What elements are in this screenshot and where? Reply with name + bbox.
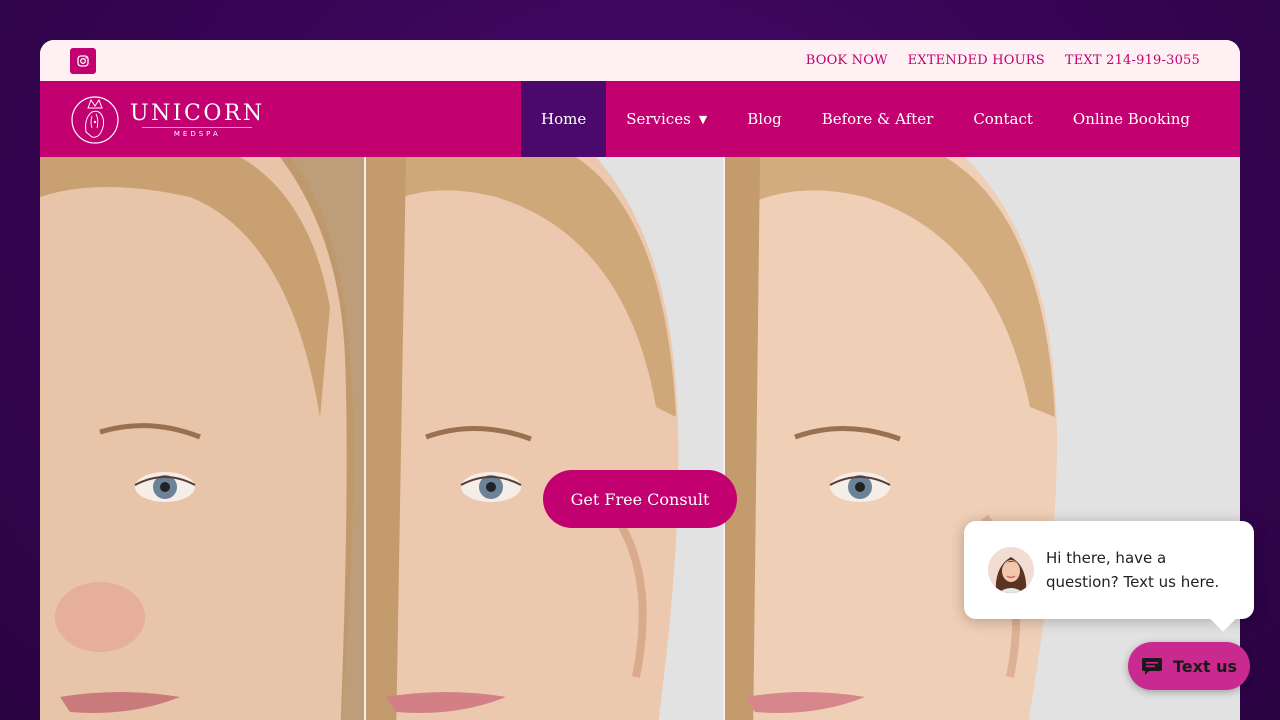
chat-popup[interactable]: Hi there, have a question? Text us here. (964, 521, 1254, 619)
chevron-down-icon: ▼ (698, 112, 708, 126)
nav-label: Services (626, 110, 691, 128)
logo-name: UNICORN (130, 100, 265, 126)
nav-item-blog[interactable]: Blog (727, 81, 801, 157)
nav-item-contact[interactable]: Contact (953, 81, 1053, 157)
nav-label: Home (540, 110, 587, 128)
top-bar: BOOK NOW EXTENDED HOURS TEXT 214-919-305… (40, 40, 1240, 81)
text-us-label: Text us (1172, 656, 1238, 676)
nav-label: Blog (747, 110, 782, 128)
face-panel-after (725, 157, 1240, 720)
book-now-link[interactable]: BOOK NOW (806, 53, 888, 68)
chat-icon (1141, 658, 1162, 675)
nav-label: Before & After (821, 110, 934, 128)
chat-message: Hi there, have a question? Text us here. (1046, 549, 1220, 591)
hero-image: Get Free Consult (40, 157, 1240, 720)
unicorn-logo-icon (71, 96, 119, 144)
face-panel-before (40, 157, 365, 720)
main-nav: UNICORN MEDSPA Home Services ▼ Blog Befor… (40, 81, 1240, 157)
nav-label: Contact (973, 110, 1033, 128)
nav-label: Online Booking (1072, 110, 1190, 128)
nav-item-online-booking[interactable]: Online Booking (1053, 81, 1210, 157)
instagram-icon[interactable] (70, 47, 96, 74)
text-phone-link[interactable]: TEXT 214-919-3055 (1065, 53, 1200, 68)
logo-subtitle: MEDSPA (142, 126, 253, 138)
get-free-consult-button[interactable]: Get Free Consult (543, 470, 737, 528)
top-links: BOOK NOW EXTENDED HOURS TEXT 214-919-305… (806, 53, 1200, 68)
nav-menu: Home Services ▼ Blog Before & After Conta… (520, 81, 1210, 157)
text-us-button[interactable]: Text us (1128, 642, 1250, 690)
extended-hours-link[interactable]: EXTENDED HOURS (908, 53, 1045, 68)
nav-item-services[interactable]: Services ▼ (606, 81, 727, 157)
logo[interactable]: UNICORN MEDSPA (70, 92, 265, 146)
nav-item-home[interactable]: Home (520, 81, 607, 157)
face-panel-mid (366, 157, 723, 720)
nav-item-before-after[interactable]: Before & After (802, 81, 954, 157)
agent-avatar (988, 547, 1034, 593)
